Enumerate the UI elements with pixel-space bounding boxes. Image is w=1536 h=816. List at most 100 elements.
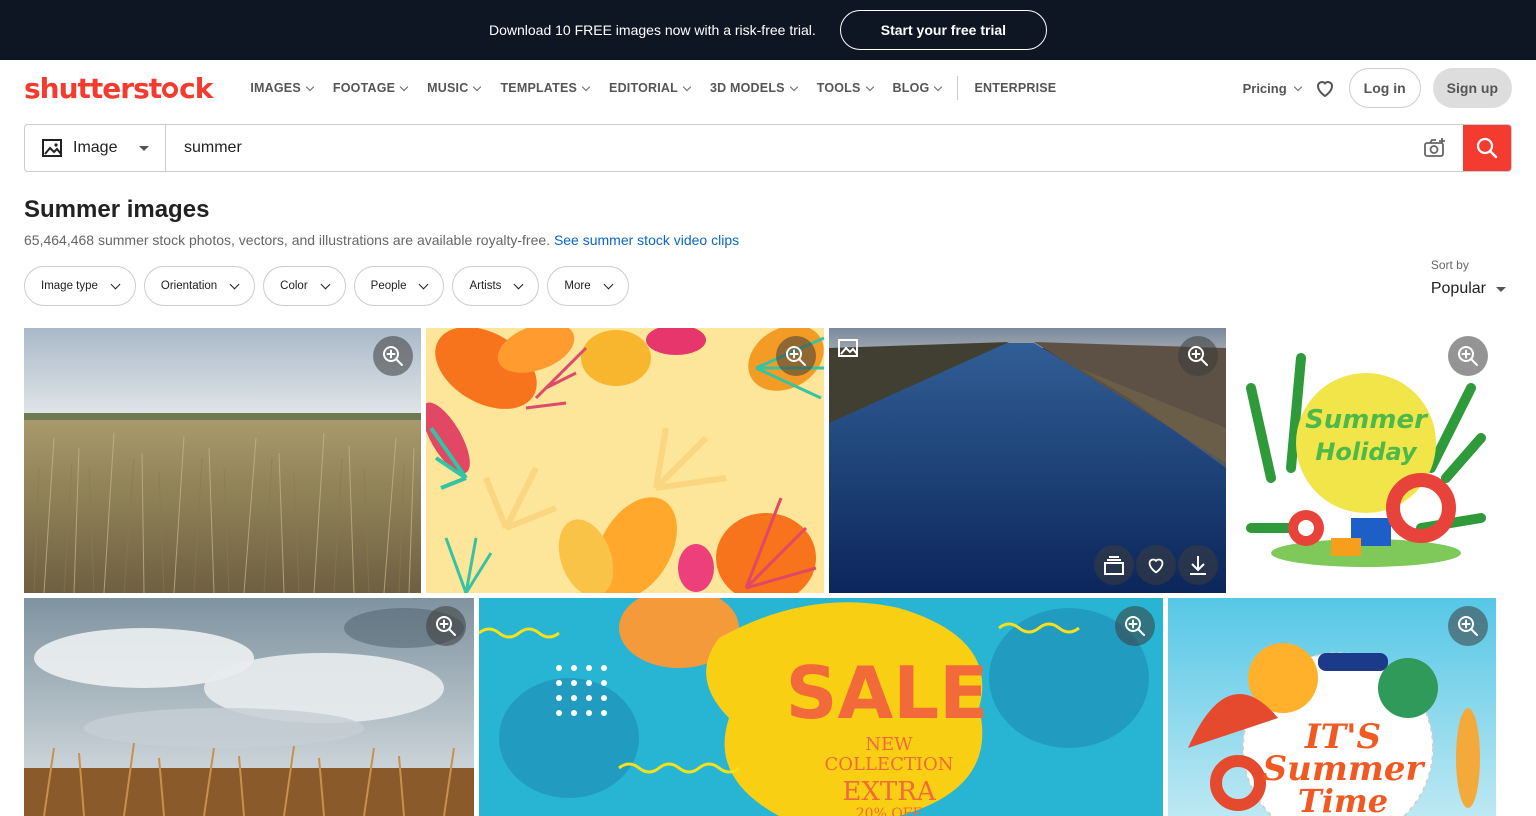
nav-label: IMAGES bbox=[250, 81, 301, 95]
sort-control[interactable]: Sort by Popular bbox=[1431, 258, 1506, 298]
caret-down-icon bbox=[1496, 286, 1506, 292]
zoom-in-icon bbox=[1188, 346, 1208, 366]
logo-o-icon bbox=[162, 82, 179, 98]
search-bar: Image bbox=[24, 124, 1512, 172]
heart-icon bbox=[1148, 558, 1164, 574]
chevron-down-icon bbox=[1293, 82, 1302, 91]
chevron-down-icon bbox=[305, 82, 315, 91]
filter-label: Orientation bbox=[160, 280, 218, 292]
heart-icon[interactable] bbox=[1313, 76, 1337, 100]
image-result-tropical-frame[interactable] bbox=[426, 328, 824, 593]
save-button[interactable] bbox=[1136, 545, 1176, 585]
cloudy-field-image bbox=[24, 598, 474, 816]
nav-label: EDITORIAL bbox=[609, 81, 678, 95]
chevron-down-icon bbox=[419, 279, 429, 290]
results-count: 65,464,468 summer stock photos, vectors,… bbox=[24, 232, 1512, 248]
zoom-in-icon bbox=[1125, 616, 1145, 636]
filter-more[interactable]: More bbox=[547, 266, 629, 306]
holiday-text: Holiday bbox=[1315, 438, 1418, 466]
chevron-down-icon bbox=[110, 279, 121, 290]
chevron-down-icon bbox=[934, 82, 943, 91]
sale-text: SALE bbox=[786, 651, 989, 735]
image-result-wheat-field[interactable] bbox=[24, 328, 421, 593]
nav-enterprise[interactable]: ENTERPRISE bbox=[964, 81, 1066, 95]
zoom-button[interactable] bbox=[373, 336, 413, 376]
collection-icon bbox=[1104, 556, 1124, 575]
free-trial-button[interactable]: Start your free trial bbox=[839, 10, 1048, 50]
pricing-label: Pricing bbox=[1242, 80, 1287, 96]
search-input[interactable] bbox=[166, 125, 1407, 171]
nav-divider bbox=[957, 76, 959, 100]
search-type-select[interactable]: Image bbox=[25, 125, 166, 171]
image-result-summer-holiday[interactable]: Summer Holiday bbox=[1231, 328, 1496, 593]
image-icon bbox=[42, 139, 62, 157]
login-button[interactable]: Log in bbox=[1348, 68, 1421, 108]
extra-text: EXTRA bbox=[842, 777, 936, 807]
similar-images-button[interactable] bbox=[1094, 545, 1134, 585]
image-result-summer-time[interactable]: IT'S Summer Time bbox=[1168, 598, 1496, 816]
chevron-down-icon bbox=[682, 82, 692, 91]
zoom-in-icon bbox=[383, 346, 403, 366]
zoom-button[interactable] bbox=[426, 606, 466, 646]
nav-templates[interactable]: TEMPLATES bbox=[490, 81, 599, 95]
filter-label: Artists bbox=[469, 280, 502, 292]
nav-3d-models[interactable]: 3D MODELS bbox=[700, 81, 807, 95]
image-result-cloudy-field[interactable] bbox=[24, 598, 474, 816]
main-nav: shutterst ck IMAGES FOOTAGE MUSIC TEMPLAT… bbox=[0, 60, 1536, 116]
nav-editorial[interactable]: EDITORIAL bbox=[599, 81, 700, 95]
zoom-in-icon bbox=[436, 616, 456, 636]
zoom-button[interactable] bbox=[1178, 336, 1218, 376]
results-heading: Summer images 65,464,468 summer stock ph… bbox=[24, 196, 1512, 248]
logo-text: shutterst bbox=[24, 71, 162, 105]
filter-people[interactable]: People bbox=[353, 266, 445, 306]
results-count-text: 65,464,468 summer stock photos, vectors,… bbox=[24, 232, 551, 248]
zoom-button[interactable] bbox=[1448, 336, 1488, 376]
filter-color[interactable]: Color bbox=[263, 266, 346, 306]
image-result-river[interactable] bbox=[829, 328, 1226, 593]
nav-blog[interactable]: BLOG bbox=[883, 81, 952, 95]
nav-images[interactable]: IMAGES bbox=[240, 81, 323, 95]
zoom-in-icon bbox=[786, 346, 806, 366]
pricing-menu[interactable]: Pricing bbox=[1242, 80, 1302, 96]
nav-tools[interactable]: TOOLS bbox=[807, 81, 883, 95]
search-button[interactable] bbox=[1463, 125, 1511, 171]
nav-label: MUSIC bbox=[427, 81, 469, 95]
filter-label: Image type bbox=[41, 280, 98, 292]
chevron-down-icon bbox=[581, 82, 591, 91]
download-button[interactable] bbox=[1178, 545, 1218, 585]
nav-label: TEMPLATES bbox=[500, 81, 578, 95]
chevron-down-icon bbox=[603, 279, 614, 290]
signup-button[interactable]: Sign up bbox=[1432, 68, 1512, 108]
filter-artists[interactable]: Artists bbox=[452, 266, 540, 306]
sort-value: Popular bbox=[1430, 280, 1486, 297]
page-title: Summer images bbox=[24, 196, 210, 223]
nav-label: 3D MODELS bbox=[709, 81, 785, 95]
nav-music[interactable]: MUSIC bbox=[417, 81, 490, 95]
time-text: Time bbox=[1298, 782, 1388, 816]
camera-search-icon[interactable] bbox=[1407, 125, 1463, 171]
filter-image-type[interactable]: Image type bbox=[24, 266, 136, 306]
filter-label: More bbox=[564, 280, 591, 292]
zoom-button[interactable] bbox=[1448, 606, 1488, 646]
sale-banner-image: SALE NEW COLLECTION EXTRA 20% OFF bbox=[479, 598, 1163, 816]
zoom-button[interactable] bbox=[776, 336, 816, 376]
filter-orientation[interactable]: Orientation bbox=[143, 266, 256, 306]
nav-footage[interactable]: FOOTAGE bbox=[323, 81, 417, 95]
shutterstock-logo[interactable]: shutterst ck bbox=[24, 71, 213, 105]
zoom-button[interactable] bbox=[1115, 606, 1155, 646]
search-type-label: Image bbox=[73, 139, 118, 156]
zoom-in-icon bbox=[1458, 616, 1478, 636]
image-result-sale-banner[interactable]: SALE NEW COLLECTION EXTRA 20% OFF bbox=[479, 598, 1163, 816]
chevron-down-icon bbox=[789, 82, 798, 91]
search-icon bbox=[1476, 137, 1498, 159]
collection-text: COLLECTION bbox=[825, 754, 954, 775]
nav-label: FOOTAGE bbox=[332, 81, 396, 95]
video-clips-link[interactable]: See summer stock video clips bbox=[554, 232, 739, 248]
summer-time-image: IT'S Summer Time bbox=[1168, 598, 1496, 816]
zoom-in-icon bbox=[1458, 346, 1478, 366]
chevron-down-icon bbox=[473, 82, 482, 91]
filter-label: Color bbox=[280, 280, 308, 292]
filter-bar: Image type Orientation Color People Arti… bbox=[24, 258, 1512, 306]
caret-down-icon bbox=[139, 145, 149, 151]
summer-text: Summer bbox=[1305, 405, 1429, 435]
